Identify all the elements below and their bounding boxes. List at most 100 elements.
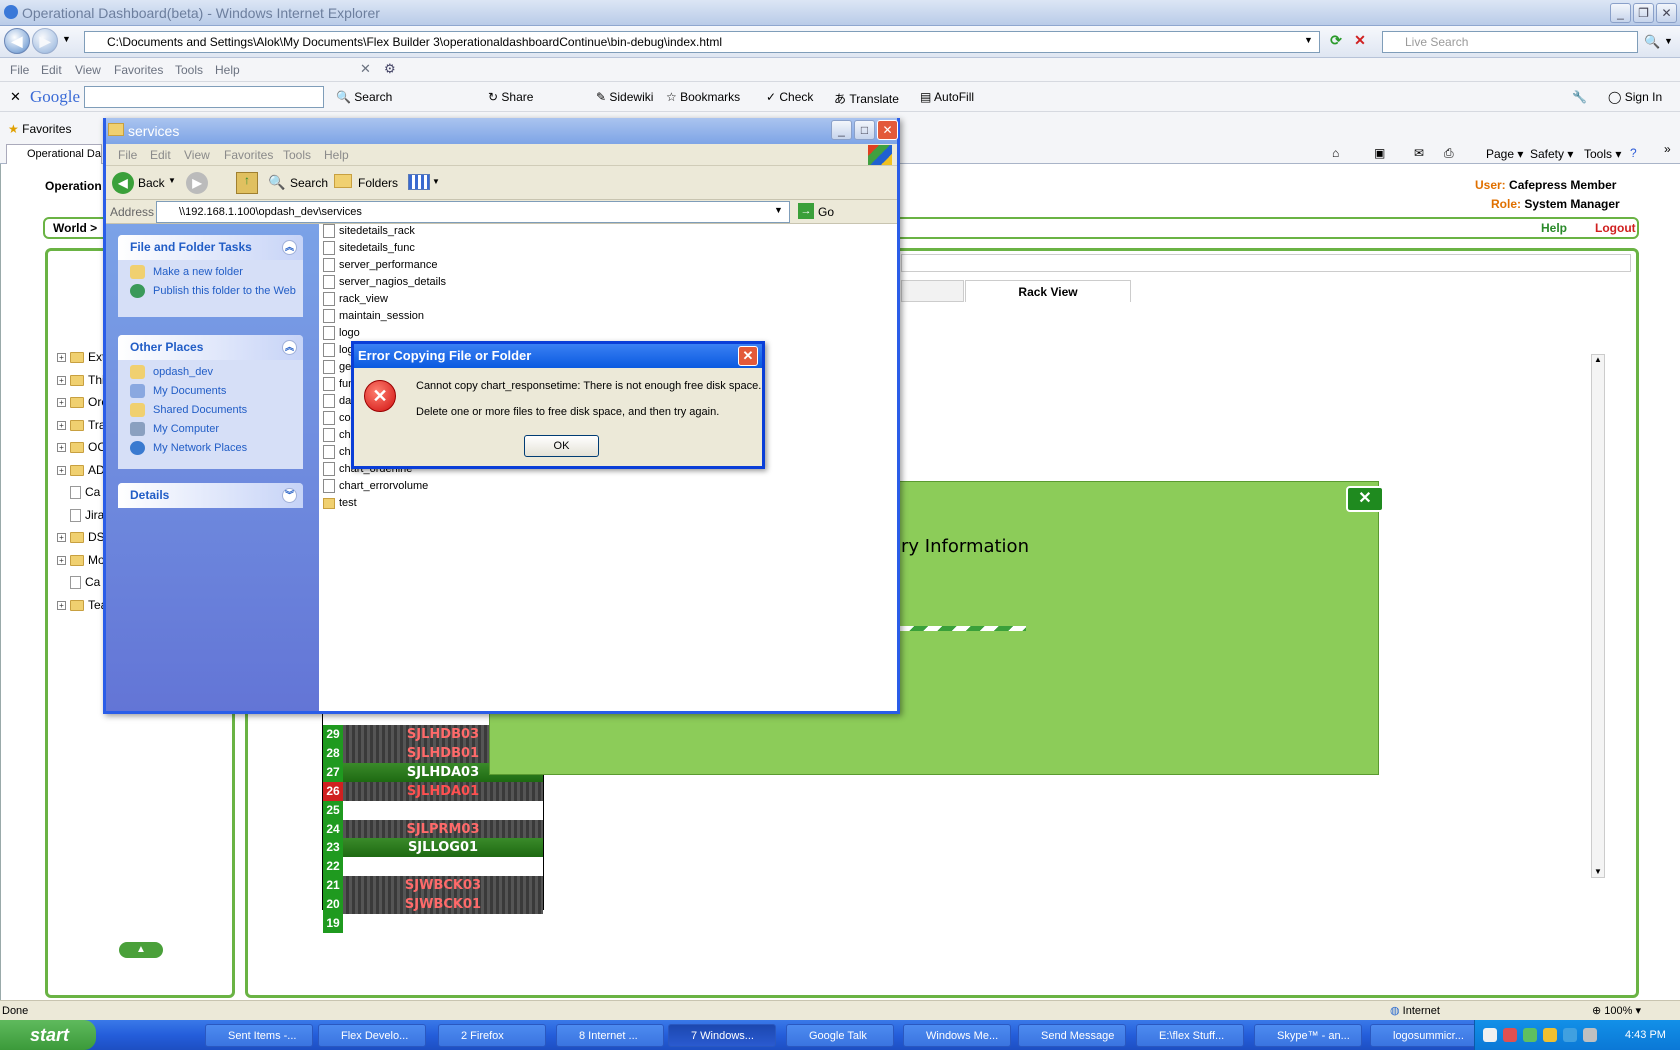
- expand-icon[interactable]: +: [57, 600, 66, 610]
- tree-item[interactable]: + AD: [57, 463, 105, 481]
- collapse-chevron-icon[interactable]: ︽: [282, 340, 297, 355]
- server-unit[interactable]: [343, 914, 543, 933]
- forward-arrow-icon[interactable]: ▶: [186, 172, 208, 194]
- file-item[interactable]: get: [323, 359, 354, 375]
- feeds-icon[interactable]: ▣: [1374, 146, 1385, 160]
- breadcrumb[interactable]: World >: [53, 221, 97, 235]
- safety-menu[interactable]: Safety ▾: [1530, 147, 1573, 161]
- autofill-button[interactable]: ▤ AutoFill: [920, 90, 974, 104]
- tab-previous[interactable]: [901, 280, 964, 302]
- explorer-close-button[interactable]: ✕: [877, 120, 898, 140]
- server-unit[interactable]: SJWBCK03: [343, 876, 543, 896]
- rack-slot[interactable]: 23 SJLLOG01: [323, 838, 543, 858]
- tree-item[interactable]: + Thi: [57, 373, 105, 391]
- ok-button[interactable]: OK: [524, 435, 599, 457]
- menu-favorites[interactable]: Favorites: [114, 63, 163, 77]
- taskbar-button[interactable]: Flex Develo...: [318, 1024, 426, 1047]
- other-places-header[interactable]: Other Places ︽: [118, 335, 303, 360]
- google-toolbar-close-icon[interactable]: ✕: [10, 89, 21, 105]
- server-unit[interactable]: [343, 857, 543, 876]
- tree-item[interactable]: + Tea: [57, 598, 107, 616]
- place-opdash-dev[interactable]: opdash_dev: [118, 365, 303, 379]
- expand-icon[interactable]: +: [57, 555, 66, 565]
- start-button[interactable]: start: [0, 1020, 96, 1050]
- popup-close-button[interactable]: ✕: [1346, 486, 1384, 512]
- expand-icon[interactable]: +: [57, 353, 66, 363]
- taskbar-button[interactable]: Skype™ - an...: [1254, 1024, 1362, 1047]
- tray-volume-icon[interactable]: [1583, 1028, 1597, 1042]
- file-item[interactable]: sitedetails_rack: [323, 223, 415, 239]
- tray-skype-icon[interactable]: [1563, 1028, 1577, 1042]
- tree-item[interactable]: Ca: [57, 485, 100, 503]
- views-icon[interactable]: [408, 174, 430, 190]
- forward-button[interactable]: ▶: [32, 28, 58, 54]
- tree-item[interactable]: + Tra: [57, 418, 106, 436]
- taskbar-button[interactable]: Send Message: [1018, 1024, 1126, 1047]
- zoom-level[interactable]: ⊕ 100% ▾: [1592, 1001, 1641, 1021]
- tab-operational-dashboard[interactable]: Operational Das: [6, 144, 102, 164]
- file-item[interactable]: logo: [323, 325, 360, 341]
- explorer-minimize-button[interactable]: _: [831, 120, 852, 140]
- taskbar-button[interactable]: Windows Me...: [903, 1024, 1011, 1047]
- rack-slot[interactable]: 21 SJWBCK03: [323, 876, 543, 896]
- google-search-input[interactable]: [84, 86, 324, 108]
- share-button[interactable]: ↻ Share: [488, 90, 533, 104]
- menu-edit[interactable]: Edit: [41, 63, 62, 77]
- check-button[interactable]: ✓ Check: [766, 90, 813, 104]
- back-dropdown-icon[interactable]: ▼: [168, 176, 176, 185]
- go-button[interactable]: Go: [818, 205, 834, 219]
- collapse-panel-button[interactable]: ▲: [119, 942, 163, 958]
- rack-slot[interactable]: 24 SJLPRM03: [323, 819, 543, 839]
- file-item[interactable]: server_performance: [323, 257, 437, 273]
- expand-chevron-icon[interactable]: ︾: [282, 488, 297, 503]
- close-toolbar-icon[interactable]: ✕: [360, 61, 371, 77]
- views-dropdown-icon[interactable]: ▼: [432, 177, 440, 186]
- taskbar-button[interactable]: 8 Internet ...: [556, 1024, 664, 1047]
- tray-antivirus-icon[interactable]: [1503, 1028, 1517, 1042]
- explorer-folders-button[interactable]: Folders: [358, 176, 398, 190]
- addon-icon[interactable]: ⚙: [384, 61, 396, 77]
- place-my-documents[interactable]: My Documents: [118, 384, 303, 398]
- taskbar-button[interactable]: 7 Windows...: [668, 1024, 776, 1047]
- mail-icon[interactable]: ✉: [1414, 146, 1424, 160]
- maximize-button[interactable]: ❐: [1633, 3, 1654, 23]
- explorer-menu-file[interactable]: File: [118, 148, 137, 162]
- explorer-menu-edit[interactable]: Edit: [150, 148, 171, 162]
- tree-item[interactable]: + DS: [57, 530, 105, 548]
- place-my-computer[interactable]: My Computer: [118, 422, 303, 436]
- rack-slot[interactable]: 20 SJWBCK01: [323, 895, 543, 915]
- scroll-up-icon[interactable]: ▲: [1594, 355, 1602, 364]
- back-button[interactable]: ◀: [4, 28, 30, 54]
- search-options-icon[interactable]: ▼: [1664, 36, 1673, 46]
- place-shared-documents[interactable]: Shared Documents: [118, 403, 303, 417]
- expand-icon[interactable]: +: [57, 398, 66, 408]
- tray-chat-icon[interactable]: [1523, 1028, 1537, 1042]
- server-unit[interactable]: SJWBCK01: [343, 895, 543, 915]
- sign-in-button[interactable]: ◯ Sign In: [1608, 90, 1662, 104]
- refresh-icon[interactable]: ⟳: [1326, 32, 1346, 52]
- expand-icon[interactable]: +: [57, 420, 66, 430]
- stop-icon[interactable]: ✕: [1350, 32, 1370, 52]
- explorer-maximize-button[interactable]: □: [854, 120, 875, 140]
- tree-item[interactable]: Jira: [57, 508, 104, 526]
- up-folder-icon[interactable]: ↑: [236, 172, 258, 194]
- logout-link[interactable]: Logout: [1595, 221, 1636, 235]
- explorer-menu-favorites[interactable]: Favorites: [224, 148, 273, 162]
- explorer-menu-help[interactable]: Help: [324, 148, 349, 162]
- menu-file[interactable]: File: [10, 63, 29, 77]
- server-unit[interactable]: [343, 801, 543, 820]
- tab-rack-view[interactable]: Rack View: [965, 280, 1131, 302]
- explorer-search-button[interactable]: Search: [290, 176, 328, 190]
- expand-icon[interactable]: +: [57, 465, 66, 475]
- bookmarks-button[interactable]: ☆ Bookmarks: [666, 90, 740, 104]
- tray-help-icon[interactable]: [1483, 1028, 1497, 1042]
- taskbar-button[interactable]: E:\flex Stuff...: [1136, 1024, 1244, 1047]
- wrench-icon[interactable]: 🔧: [1572, 90, 1587, 104]
- tree-item[interactable]: + Ext: [57, 350, 105, 368]
- tree-item[interactable]: Ca: [57, 575, 100, 593]
- home-icon[interactable]: ⌂: [1332, 146, 1339, 160]
- explorer-menu-view[interactable]: View: [184, 148, 210, 162]
- menu-view[interactable]: View: [75, 63, 101, 77]
- print-icon[interactable]: ⎙: [1444, 146, 1454, 161]
- tree-item[interactable]: + Mo: [57, 553, 105, 571]
